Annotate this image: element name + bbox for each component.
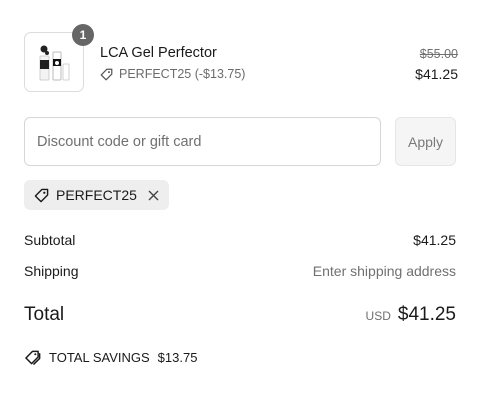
savings-label: TOTAL SAVINGS: [49, 350, 150, 365]
line-item-discount-label: PERFECT25 (-$13.75): [119, 67, 246, 81]
discount-code-input[interactable]: [24, 117, 381, 166]
line-item-discount: PERFECT25 (-$13.75): [100, 67, 245, 81]
tag-icon: [34, 188, 49, 202]
product-image: [39, 45, 70, 81]
discounted-price: $41.25: [415, 66, 458, 82]
tag-icon: [100, 68, 113, 80]
shipping-value: Enter shipping address: [312, 263, 456, 279]
total-amount: USD $41.25: [366, 304, 456, 326]
apply-button[interactable]: Apply: [395, 117, 456, 166]
product-name: LCA Gel Perfector: [100, 45, 217, 61]
close-icon[interactable]: [148, 190, 159, 201]
shipping-row: Shipping Enter shipping address: [24, 263, 456, 279]
shipping-label: Shipping: [24, 263, 79, 279]
applied-discount-chip: PERFECT25: [24, 180, 169, 210]
currency-code: USD: [365, 309, 391, 323]
remove-discount-button[interactable]: [148, 190, 159, 201]
applied-discount-code: PERFECT25: [56, 187, 137, 203]
total-value: $41.25: [397, 304, 456, 325]
savings-value: $13.75: [157, 350, 198, 365]
original-price: $55.00: [419, 47, 458, 61]
total-label: Total: [24, 304, 65, 325]
tags-icon: [25, 350, 41, 365]
subtotal-label: Subtotal: [24, 232, 76, 248]
quantity-badge: 1: [72, 24, 94, 46]
line-item: 1 LCA Gel Perfector PERFECT25 (-$13.75) …: [24, 24, 458, 92]
subtotal-value: $41.25: [413, 232, 456, 248]
total-savings: TOTAL SAVINGS $13.75: [24, 350, 197, 365]
subtotal-row: Subtotal $41.25: [24, 232, 456, 248]
